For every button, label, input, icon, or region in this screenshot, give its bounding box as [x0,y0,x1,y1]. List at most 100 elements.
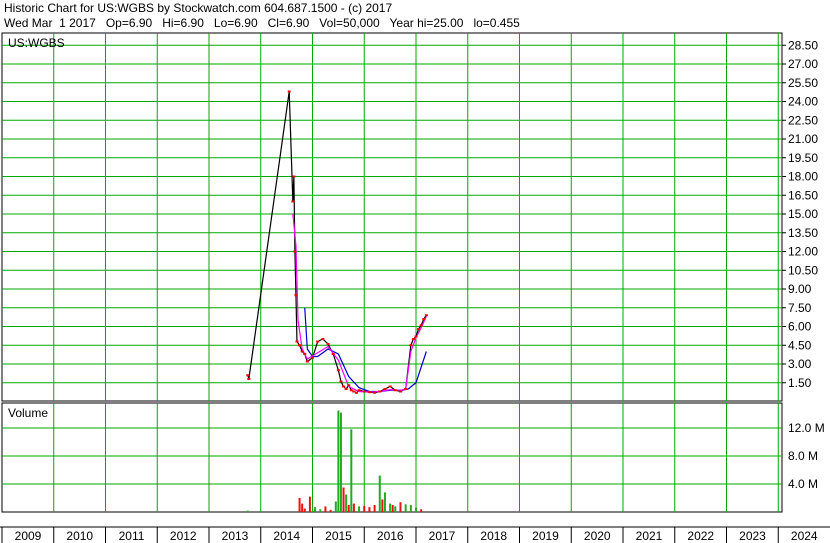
price-point [367,391,371,394]
x-tick-label: 2020 [584,529,611,543]
volume-bar [246,510,249,512]
price-line [247,91,427,394]
volume-bar [319,509,322,512]
volume-bar [339,412,342,512]
volume-bar [368,507,371,512]
price-point [354,391,358,394]
volume-bar [337,410,340,512]
volume-bar [345,494,348,512]
price-point [326,343,330,345]
price-point [300,350,304,353]
y-tick-label: 7.50 [788,301,812,315]
price-point [349,389,353,392]
price-point [422,318,426,320]
volume-bar [350,429,353,512]
volume-bar [383,492,386,512]
volume-bar [415,507,417,512]
volume-bar [342,487,345,512]
volume-bar [409,505,412,512]
x-tick-label: 2018 [480,529,507,543]
price-point [294,294,298,297]
price-point [339,380,343,383]
volume-bar [329,509,332,512]
y-tick-label: 12.00 [788,245,818,259]
volume-bar [420,509,423,512]
volume-bar [399,502,402,512]
y-tick-label: 22.50 [788,113,818,127]
price-point [409,344,413,347]
y-tick-label: 6.00 [788,320,812,334]
price-point [347,384,351,387]
price-point [292,175,296,178]
price-point [321,338,325,340]
y-tick-label: 27.00 [788,57,818,71]
price-point [414,335,418,338]
volume-bar [334,501,337,512]
volume-tick-label: 12.0 M [788,421,825,435]
price-point [293,250,297,253]
price-point [398,390,402,393]
price-point [352,390,356,393]
y-tick-label: 21.00 [788,132,818,146]
volume-bar [381,499,384,512]
price-point [298,344,302,347]
volume-bar [394,506,397,512]
x-tick-label: 2022 [687,529,714,543]
x-tick-label: 2012 [170,529,197,543]
x-tick-label: 2009 [15,529,42,543]
y-tick-label: 1.50 [788,376,812,390]
price-point [417,328,421,330]
volume-bar [389,503,392,512]
y-tick-label: 15.00 [788,207,818,221]
price-point [336,369,340,372]
x-tick-label: 2016 [377,529,404,543]
x-tick-label: 2017 [429,529,456,543]
x-tick-label: 2023 [739,529,766,543]
price-point [424,314,428,317]
x-tick-label: 2021 [636,529,663,543]
y-tick-label: 18.00 [788,170,818,184]
x-tick-label: 2010 [66,529,93,543]
x-tick-label: 2011 [119,529,145,543]
price-point [362,390,366,393]
price-point [419,324,423,327]
volume-bar [373,505,376,512]
price-point [316,340,320,343]
volume-bar [308,496,311,512]
price-point [311,356,314,359]
price-point [344,388,348,390]
y-tick-label: 28.50 [788,38,818,52]
volume-panel-title: Volume [8,406,48,420]
y-tick-label: 19.50 [788,151,818,165]
volume-bar [314,507,317,512]
volume-tick-label: 4.0 M [788,477,818,491]
price-point [295,340,299,343]
y-tick-label: 9.00 [788,282,812,296]
y-tick-label: 4.50 [788,338,812,352]
volume-bar [391,505,394,512]
price-point [411,338,415,340]
y-tick-label: 25.50 [788,76,818,90]
volume-bar [352,503,355,512]
y-tick-label: 3.00 [788,357,812,371]
x-tick-label: 2019 [532,529,559,543]
volume-bar [358,506,361,512]
x-tick-label: 2013 [222,529,249,543]
price-point [404,388,408,390]
price-point [373,391,377,394]
volume-bar [347,505,350,512]
volume-bar [404,504,407,512]
price-point [246,374,250,377]
y-tick-label: 10.50 [788,263,818,277]
price-point [291,200,295,203]
volume-bar [378,475,381,512]
price-point [303,353,307,355]
price-panel-frame [1,32,783,402]
volume-bar [298,498,301,512]
price-point [388,385,392,388]
volume-tick-label: 8.0 M [788,449,818,463]
x-tick-label: 2014 [273,529,300,543]
price-point [342,385,346,388]
stock-chart: 2009 2010 2011 2012 2013 2014 2015 2016 2017 2018… [0,32,830,543]
price-point [331,353,335,355]
